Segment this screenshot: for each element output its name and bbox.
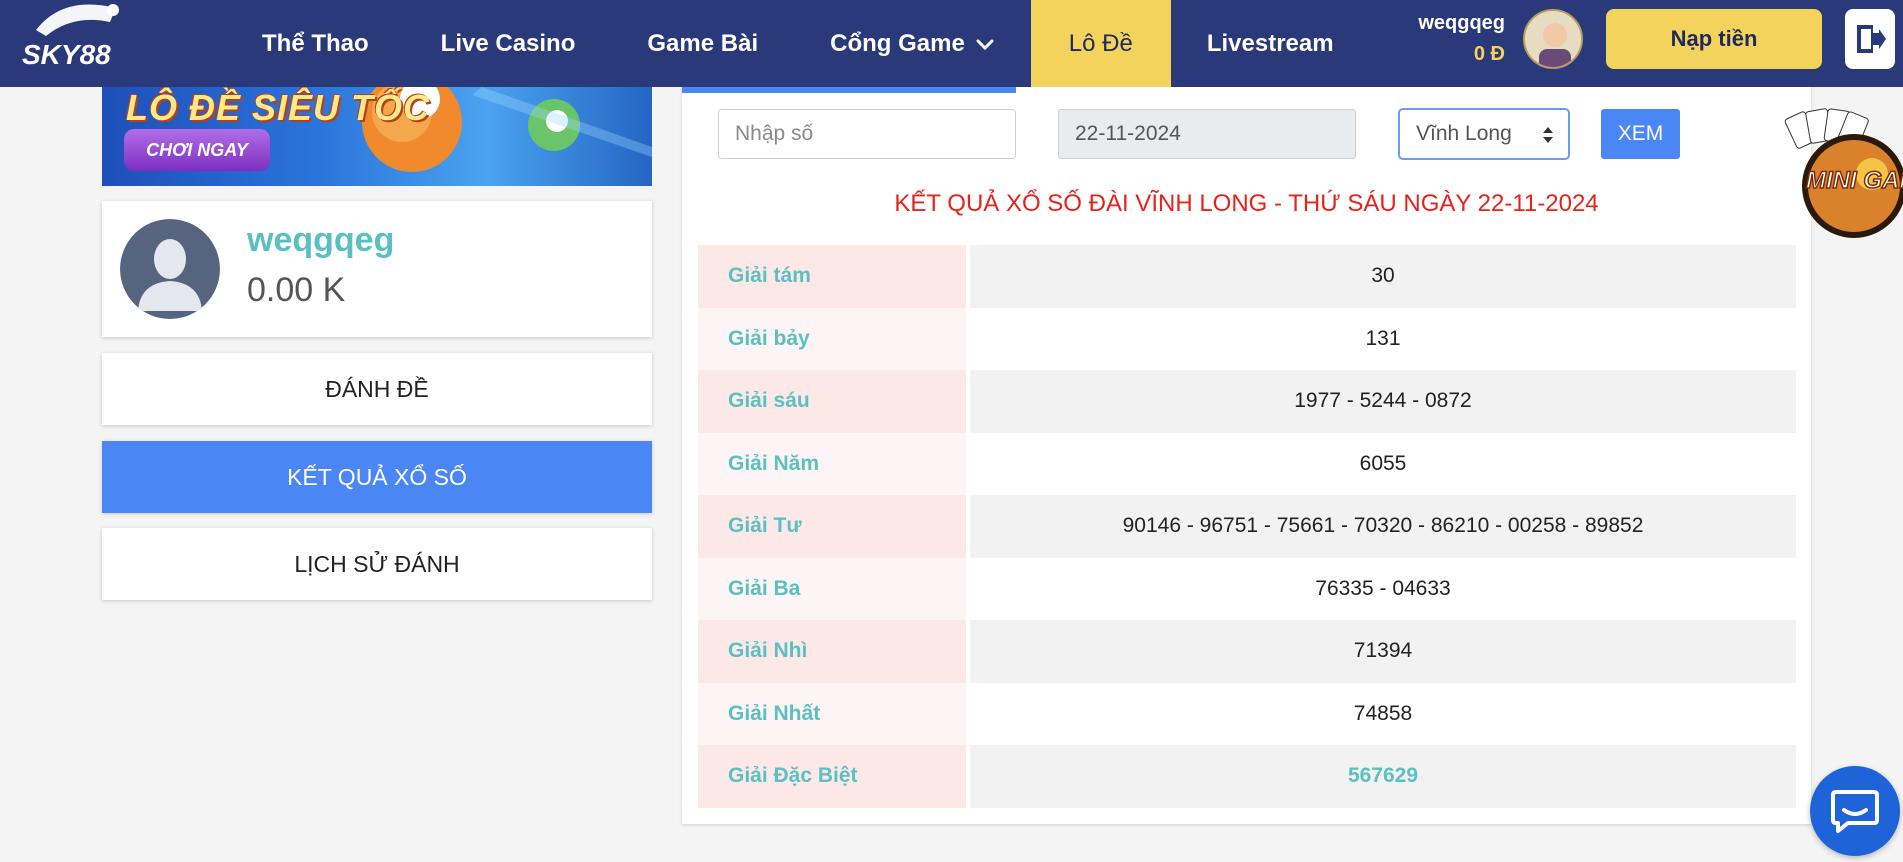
select-arrows-icon [1543,127,1553,143]
nav-live-casino[interactable]: Live Casino [405,0,612,87]
logout-button[interactable] [1845,9,1895,69]
province-value: Vĩnh Long [1416,122,1512,145]
banner-title: LÔ ĐỀ SIÊU TỐC [126,87,431,128]
table-row: Giải tám 30 [698,245,1796,308]
top-header: SKY88 Thể Thao Live Casino Game Bài Cổng… [0,0,1903,87]
number-search-input[interactable]: Nhập số [718,109,1016,159]
table-row: Giải sáu 1977 - 5244 - 0872 [698,370,1796,433]
table-row: Giải Nhất 74858 [698,682,1796,745]
prize-value: 71394 [970,620,1796,683]
table-row: Giải Nhì 71394 [698,620,1796,683]
prize-value: 74858 [970,682,1796,745]
panel-accent-bar [682,87,1016,93]
prize-label: Giải Tư [698,495,966,558]
logout-icon [1857,25,1886,53]
prize-label: Giải sáu [698,370,966,433]
prize-label: Giải Ba [698,557,966,620]
logo-text: SKY88 [22,39,111,70]
prize-label: Giải Nhất [698,682,966,745]
prize-value: 90146 - 96751 - 75661 - 70320 - 86210 - … [970,495,1796,558]
nav-lo-de[interactable]: Lô Đề [1030,0,1171,87]
mini-game-widget[interactable]: MINI GAME [1782,108,1903,238]
table-row: Giải Tư 90146 - 96751 - 75661 - 70320 - … [698,495,1796,558]
prize-table: Giải tám 30 Giải bảy 131 Giải sáu 1977 -… [698,245,1796,808]
date-field[interactable]: 22-11-2024 [1058,109,1356,159]
nav-label: Lô Đề [1068,29,1133,57]
profile-balance: 0.00 K [247,271,346,309]
nav-game-bai[interactable]: Game Bài [611,0,794,87]
prize-value: 567629 [970,745,1796,808]
prize-label: Giải tám [698,245,966,308]
table-row: Giải Năm 6055 [698,432,1796,495]
user-info: weqgqeg 0 Đ [1418,12,1505,66]
nav-label: Thể Thao [262,29,369,57]
lottery-results-button[interactable]: KẾT QUẢ XỔ SỐ [102,441,652,513]
prize-value: 1977 - 5244 - 0872 [970,370,1796,433]
lo-de-sieu-toc-banner[interactable]: LÔ ĐỀ SIÊU TỐC CHƠI NGAY [102,87,652,186]
table-row: Giải Đặc Biệt 567629 [698,745,1796,808]
prize-label: Giải Năm [698,432,966,495]
bet-history-button[interactable]: LỊCH SỬ ĐÁNH [102,528,652,600]
profile-username: weqgqeg [247,221,395,259]
header-username: weqgqeg [1418,12,1505,34]
chat-bubble-icon [1831,790,1879,833]
bet-button[interactable]: ĐÁNH ĐỀ [102,353,652,425]
profile-card: weqgqeg 0.00 K [102,201,652,337]
prize-value: 76335 - 04633 [970,557,1796,620]
deposit-button[interactable]: Nạp tiền [1606,9,1822,69]
chevron-down-icon [976,39,994,50]
prize-label: Giải bảy [698,307,966,370]
nav-cong-game[interactable]: Cổng Game [794,0,1031,87]
live-chat-button[interactable] [1810,766,1900,856]
result-title: KẾT QUẢ XỔ SỐ ĐÀI VĨNH LONG - THỨ SÁU NG… [894,190,1599,217]
province-select[interactable]: Vĩnh Long [1398,108,1570,160]
user-avatar-icon [120,219,220,319]
nav-livestream[interactable]: Livestream [1171,0,1370,87]
view-button[interactable]: XEM [1601,109,1680,159]
avatar[interactable] [1523,9,1583,69]
prize-value: 131 [970,307,1796,370]
sky88-logo[interactable]: SKY88 [18,0,133,87]
nav-label: Cổng Game [830,29,965,57]
nav-label: Livestream [1206,29,1334,57]
main-nav: Thể Thao Live Casino Game Bài Cổng Game … [226,0,1370,87]
prize-label: Giải Đặc Biệt [698,745,966,808]
nav-label: Game Bài [647,29,759,57]
prize-label: Giải Nhì [698,620,966,683]
prize-value: 30 [970,245,1796,308]
table-row: Giải Ba 76335 - 04633 [698,557,1796,620]
nav-label: Live Casino [440,29,576,57]
mini-game-text: MINI GAME [1806,167,1903,194]
table-row: Giải bảy 131 [698,307,1796,370]
play-now-button[interactable]: CHƠI NGAY [124,129,270,171]
header-balance: 0 Đ [1473,43,1505,65]
nav-the-thao[interactable]: Thể Thao [226,0,405,87]
prize-value: 6055 [970,432,1796,495]
